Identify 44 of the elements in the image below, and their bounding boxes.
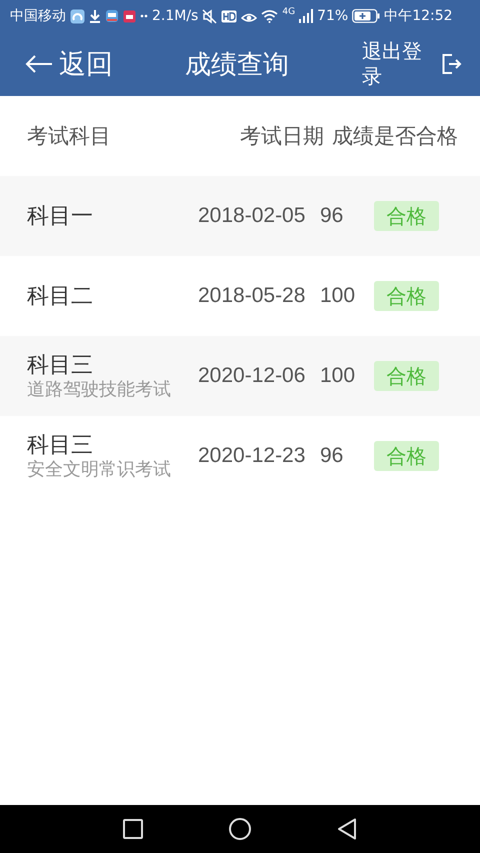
result-tag: 合格 <box>374 441 439 471</box>
clock-time: 中午12:52 <box>384 7 453 25</box>
carrier-name: 中国移动 <box>10 7 66 25</box>
recent-apps-button[interactable] <box>123 819 143 839</box>
column-header: 考试科目 <box>27 123 111 150</box>
exam-score: 100 <box>319 364 356 388</box>
exam-date: 2020-12-23 <box>198 444 306 468</box>
logout-button[interactable]: 退出登录 <box>362 39 462 89</box>
exam-date: 2018-02-05 <box>198 204 306 228</box>
page-title: 成绩查询 <box>185 48 290 82</box>
subject-name: 科目三 <box>27 352 94 378</box>
result-tag: 合格 <box>374 361 439 391</box>
back-arrow-icon <box>25 54 53 74</box>
subject-name: 科目一 <box>27 202 94 230</box>
more-icon <box>140 14 148 18</box>
subject-name: 科目二 <box>27 282 94 310</box>
mute-icon <box>202 8 218 24</box>
back-button[interactable]: 返回 <box>25 46 185 82</box>
exam-date: 2018-05-28 <box>198 284 306 308</box>
network-speed: 2.1M/s <box>152 8 198 24</box>
subject-subtitle: 安全文明常识考试 <box>27 458 172 480</box>
network-type: 4G <box>282 7 296 17</box>
result-tag: 合格 <box>374 281 439 311</box>
exam-score: 100 <box>319 284 356 308</box>
app-icon <box>70 8 85 24</box>
hd-icon <box>221 10 238 22</box>
battery-icon <box>352 9 380 23</box>
app-icon <box>123 10 136 22</box>
result-tag: 合格 <box>374 201 439 231</box>
wifi-icon <box>261 9 278 23</box>
logout-icon <box>442 54 462 74</box>
subject-name: 科目三 <box>27 432 94 458</box>
subject-subtitle: 道路驾驶技能考试 <box>27 378 172 400</box>
signal-icon <box>299 9 314 23</box>
battery-percent: 71% <box>317 8 348 24</box>
back-button[interactable] <box>337 818 357 840</box>
home-button[interactable] <box>229 818 251 840</box>
column-header: 成绩是否合格 <box>332 123 458 150</box>
exam-score: 96 <box>319 444 344 468</box>
column-header: 考试日期 <box>240 123 324 150</box>
download-icon <box>89 9 101 23</box>
exam-date: 2020-12-06 <box>198 364 306 388</box>
exam-score: 96 <box>319 204 344 228</box>
app-icon <box>105 9 119 23</box>
